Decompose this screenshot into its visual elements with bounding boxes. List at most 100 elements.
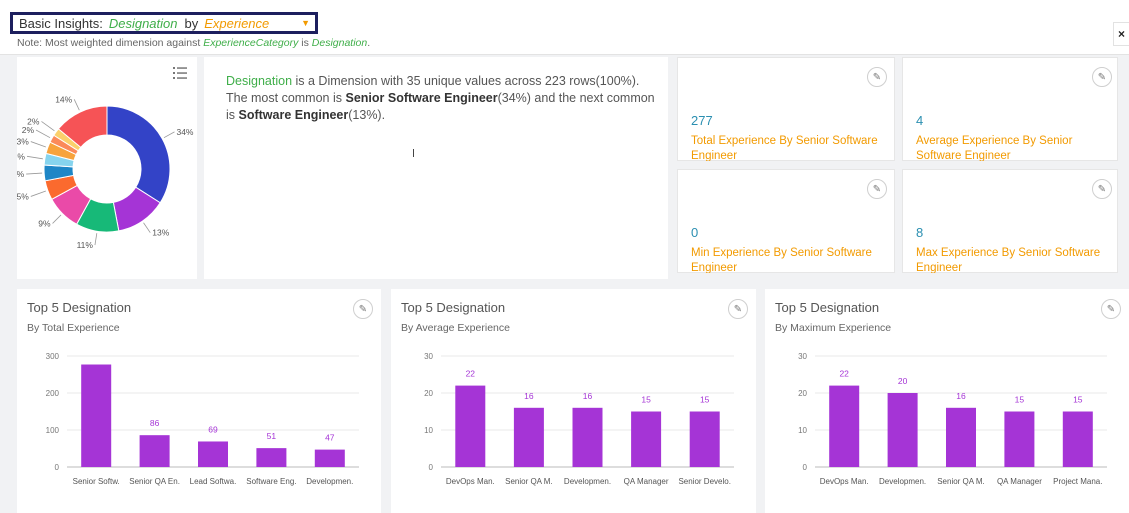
kpi-value: 0 <box>691 225 699 240</box>
bar[interactable] <box>256 448 287 467</box>
x-category-label: DevOps Man. <box>820 477 869 486</box>
bar-data-label: 16 <box>583 391 593 401</box>
donut-percent-label: 2% <box>27 116 40 126</box>
y-tick-label: 10 <box>424 426 433 435</box>
insights-page: Basic Insights: Designation by Experienc… <box>0 0 1129 513</box>
x-category-label: Senior Develo. <box>678 477 730 486</box>
chart-card-average: Top 5 Designation By Average Experience … <box>391 289 756 513</box>
pin-icon[interactable]: ✎ <box>867 67 887 87</box>
chart-card-maximum: Top 5 Designation By Maximum Experience … <box>765 289 1129 513</box>
bar[interactable] <box>689 411 720 468</box>
kpi-value: 8 <box>916 225 924 240</box>
donut-leader-line <box>52 214 62 224</box>
y-tick-label: 0 <box>429 463 434 472</box>
kpi-label: Min Experience By Senior Software Engine… <box>691 247 872 273</box>
note-dimension: Designation <box>311 37 368 49</box>
kpi-label: Total Experience By Senior Software Engi… <box>691 135 878 161</box>
bar[interactable] <box>887 393 918 467</box>
donut-slice[interactable] <box>106 105 171 204</box>
dropdown-caret-icon[interactable]: ▼ <box>301 18 310 28</box>
pin-icon[interactable]: ✎ <box>1092 179 1112 199</box>
pin-icon[interactable]: ✎ <box>728 299 748 319</box>
donut-leader-line <box>26 172 43 175</box>
kpi-card-min: ✎ 0 Min Experience By Senior Software En… <box>677 169 895 273</box>
bar[interactable] <box>946 407 976 467</box>
x-category-label: Lead Softwa. <box>190 477 237 486</box>
bar[interactable] <box>314 449 345 467</box>
x-category-label: Senior QA M. <box>505 477 553 486</box>
insight-selector[interactable]: Basic Insights: Designation by Experienc… <box>10 12 318 34</box>
bar[interactable] <box>1062 411 1093 468</box>
donut-leader-line <box>30 141 46 148</box>
text-cursor <box>413 149 414 157</box>
pin-icon[interactable]: ✎ <box>867 179 887 199</box>
donut-percent-label: 3% <box>17 137 29 147</box>
donut-percent-label: 2% <box>22 125 35 135</box>
donut-leader-line <box>94 233 98 246</box>
summary-dimension: Designation <box>226 74 293 88</box>
maximum-experience-bar-chart: 0 10 20 30 22 DevOps Man. 20 Developmen. 16 Senio… <box>798 352 1107 486</box>
y-tick-label: 10 <box>798 426 807 435</box>
y-tick-label: 200 <box>46 389 60 398</box>
designation-donut-chart: 34% 13% 11% 9% 5% 4% 3% 3% 2%2% 14% <box>17 94 194 250</box>
donut-leader-line <box>41 121 55 132</box>
bar[interactable] <box>198 441 228 467</box>
card-subtitle: By Average Experience <box>401 322 510 334</box>
bar-data-label: 16 <box>956 391 966 401</box>
donut-percent-label: 9% <box>38 218 51 228</box>
y-tick-label: 20 <box>424 389 433 398</box>
x-category-label: Developmen. <box>306 477 353 486</box>
y-tick-label: 0 <box>803 463 808 472</box>
donut-leader-line <box>73 99 80 111</box>
bar[interactable] <box>139 435 170 467</box>
x-category-label: Senior QA En. <box>129 477 180 486</box>
bar-data-label: 22 <box>839 369 849 379</box>
bar-data-label: 86 <box>150 418 160 428</box>
by-label: by <box>184 15 199 31</box>
y-tick-label: 0 <box>55 463 60 472</box>
summary-text: Designation is a Dimension with 35 uniqu… <box>226 73 656 124</box>
bar[interactable] <box>513 407 544 467</box>
pin-icon[interactable]: ✎ <box>353 299 373 319</box>
average-experience-bar-chart: 0 10 20 30 22 DevOps Man. 16 Senior QA M. 16 Deve… <box>424 352 734 486</box>
y-tick-label: 300 <box>46 352 60 361</box>
bar[interactable] <box>631 411 662 468</box>
bar-data-label: 15 <box>641 395 651 405</box>
bar-data-label: 51 <box>267 431 277 441</box>
kpi-card-max: ✎ 8 Max Experience By Senior Software En… <box>902 169 1118 273</box>
bar[interactable] <box>572 407 603 467</box>
bar-data-label: 47 <box>325 433 335 443</box>
summary-top2: Software Engineer <box>238 108 349 122</box>
note-is: is <box>301 37 309 49</box>
bar-data-label: 69 <box>208 424 218 434</box>
y-tick-label: 100 <box>46 426 60 435</box>
bar[interactable] <box>829 385 860 467</box>
card-subtitle: By Total Experience <box>27 322 120 334</box>
y-tick-label: 30 <box>424 352 433 361</box>
donut-leader-line <box>30 190 46 197</box>
pin-icon[interactable]: ✎ <box>1092 67 1112 87</box>
x-category-label: Senior QA M. <box>937 477 985 486</box>
bar-data-label: 15 <box>700 395 710 405</box>
donut-percent-label: 11% <box>77 240 94 250</box>
bar[interactable] <box>81 364 112 467</box>
bar[interactable] <box>1004 411 1035 468</box>
summary-top1: Senior Software Engineer <box>345 91 498 105</box>
card-title: Top 5 Designation <box>401 300 506 315</box>
donut-leader-line <box>35 129 51 139</box>
x-category-label: QA Manager <box>997 477 1042 486</box>
donut-percent-label: 14% <box>55 94 72 104</box>
x-category-label: Senior Softw. <box>73 477 120 486</box>
note-suffix: . <box>367 37 371 49</box>
weighted-note: Note: Most weighted dimension against Ex… <box>17 37 370 49</box>
insights-label: Basic Insights: <box>19 15 103 31</box>
bar-data-label: 15 <box>1073 395 1083 405</box>
pin-icon[interactable]: ✎ <box>1101 299 1121 319</box>
donut-percent-label: 34% <box>176 127 193 137</box>
donut-percent-label: 4% <box>17 169 25 179</box>
close-button[interactable]: × <box>1113 22 1129 46</box>
summary-part: (13%). <box>348 108 386 122</box>
bar[interactable] <box>455 385 486 467</box>
card-subtitle: By Maximum Experience <box>775 322 892 334</box>
summary-panel: Designation is a Dimension with 35 uniqu… <box>204 57 668 279</box>
